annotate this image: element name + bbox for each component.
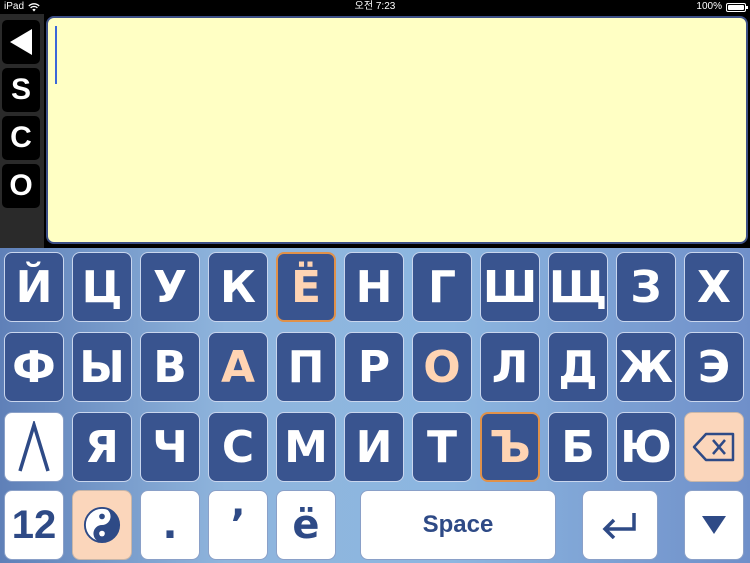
return-key[interactable] (582, 490, 658, 560)
hide-keyboard-icon (702, 516, 726, 534)
key-cyr-13[interactable]: Ы (72, 332, 132, 402)
text-caret (55, 26, 57, 84)
shift-key[interactable] (4, 412, 64, 482)
key-cyr-7[interactable]: Г (412, 252, 472, 322)
status-right: 100% (696, 0, 748, 14)
return-icon (602, 513, 636, 539)
key-cyr-18[interactable]: О (412, 332, 472, 402)
key-cyr-21[interactable]: Ж (616, 332, 676, 402)
side-toolbar: S C O (0, 14, 44, 248)
key-cyr-25[interactable]: С (208, 412, 268, 482)
key-cyr-16[interactable]: П (276, 332, 336, 402)
key-cyr-10[interactable]: З (616, 252, 676, 322)
key-cyr-9[interactable]: Щ (548, 252, 608, 322)
status-time: 오전 7:23 (354, 1, 396, 12)
apostrophe-key[interactable]: ʼ (208, 490, 268, 560)
back-button[interactable] (2, 20, 40, 64)
status-bar: iPad 오전 7:23 100% (0, 0, 750, 14)
shift-chevron-icon (18, 421, 50, 472)
battery-icon (726, 2, 748, 12)
o-button[interactable]: O (2, 164, 40, 208)
key-cyr-15[interactable]: А (208, 332, 268, 402)
key-cyr-17[interactable]: Р (344, 332, 404, 402)
keyboard: Й Ц У К Ё Н Г Ш Щ З Х Ф Ы В А П Р О Л Д … (0, 248, 750, 563)
key-cyr-11[interactable]: Х (684, 252, 744, 322)
s-button[interactable]: S (2, 68, 40, 112)
key-cyr-26[interactable]: М (276, 412, 336, 482)
key-cyr-14[interactable]: В (140, 332, 200, 402)
key-cyr-22[interactable]: Э (684, 332, 744, 402)
battery-percent: 100% (696, 1, 722, 12)
c-button[interactable]: C (2, 116, 40, 160)
key-cyr-8[interactable]: Ш (480, 252, 540, 322)
key-cyr-27[interactable]: И (344, 412, 404, 482)
back-arrow-icon (10, 29, 32, 55)
numbers-key[interactable]: 12 (4, 490, 64, 560)
key-cyr-30[interactable]: Б (548, 412, 608, 482)
key-cyr-28[interactable]: Т (412, 412, 472, 482)
key-cyr-1[interactable]: Й (4, 252, 64, 322)
key-cyr-20[interactable]: Д (548, 332, 608, 402)
key-cyr-5[interactable]: Ё (276, 252, 336, 322)
period-key[interactable]: . (140, 490, 200, 560)
key-cyr-2[interactable]: Ц (72, 252, 132, 322)
key-cyr-12[interactable]: Ф (4, 332, 64, 402)
key-cyr-31[interactable]: Ю (616, 412, 676, 482)
key-cyr-24[interactable]: Ч (140, 412, 200, 482)
key-cyr-6[interactable]: Н (344, 252, 404, 322)
backspace-key[interactable] (684, 412, 744, 482)
hide-keyboard-key[interactable] (684, 490, 744, 560)
yo-key[interactable]: ё (276, 490, 336, 560)
key-cyr-19[interactable]: Л (480, 332, 540, 402)
key-cyr-3[interactable]: У (140, 252, 200, 322)
backspace-icon (692, 432, 735, 462)
yin-yang-key[interactable] (72, 490, 132, 560)
text-input-area[interactable] (46, 16, 748, 244)
yin-yang-icon (83, 506, 121, 544)
space-key[interactable]: Space (360, 490, 556, 560)
key-cyr-4[interactable]: К (208, 252, 268, 322)
key-cyr-23[interactable]: Я (72, 412, 132, 482)
battery-level (728, 4, 744, 10)
key-cyr-29[interactable]: Ъ (480, 412, 540, 482)
